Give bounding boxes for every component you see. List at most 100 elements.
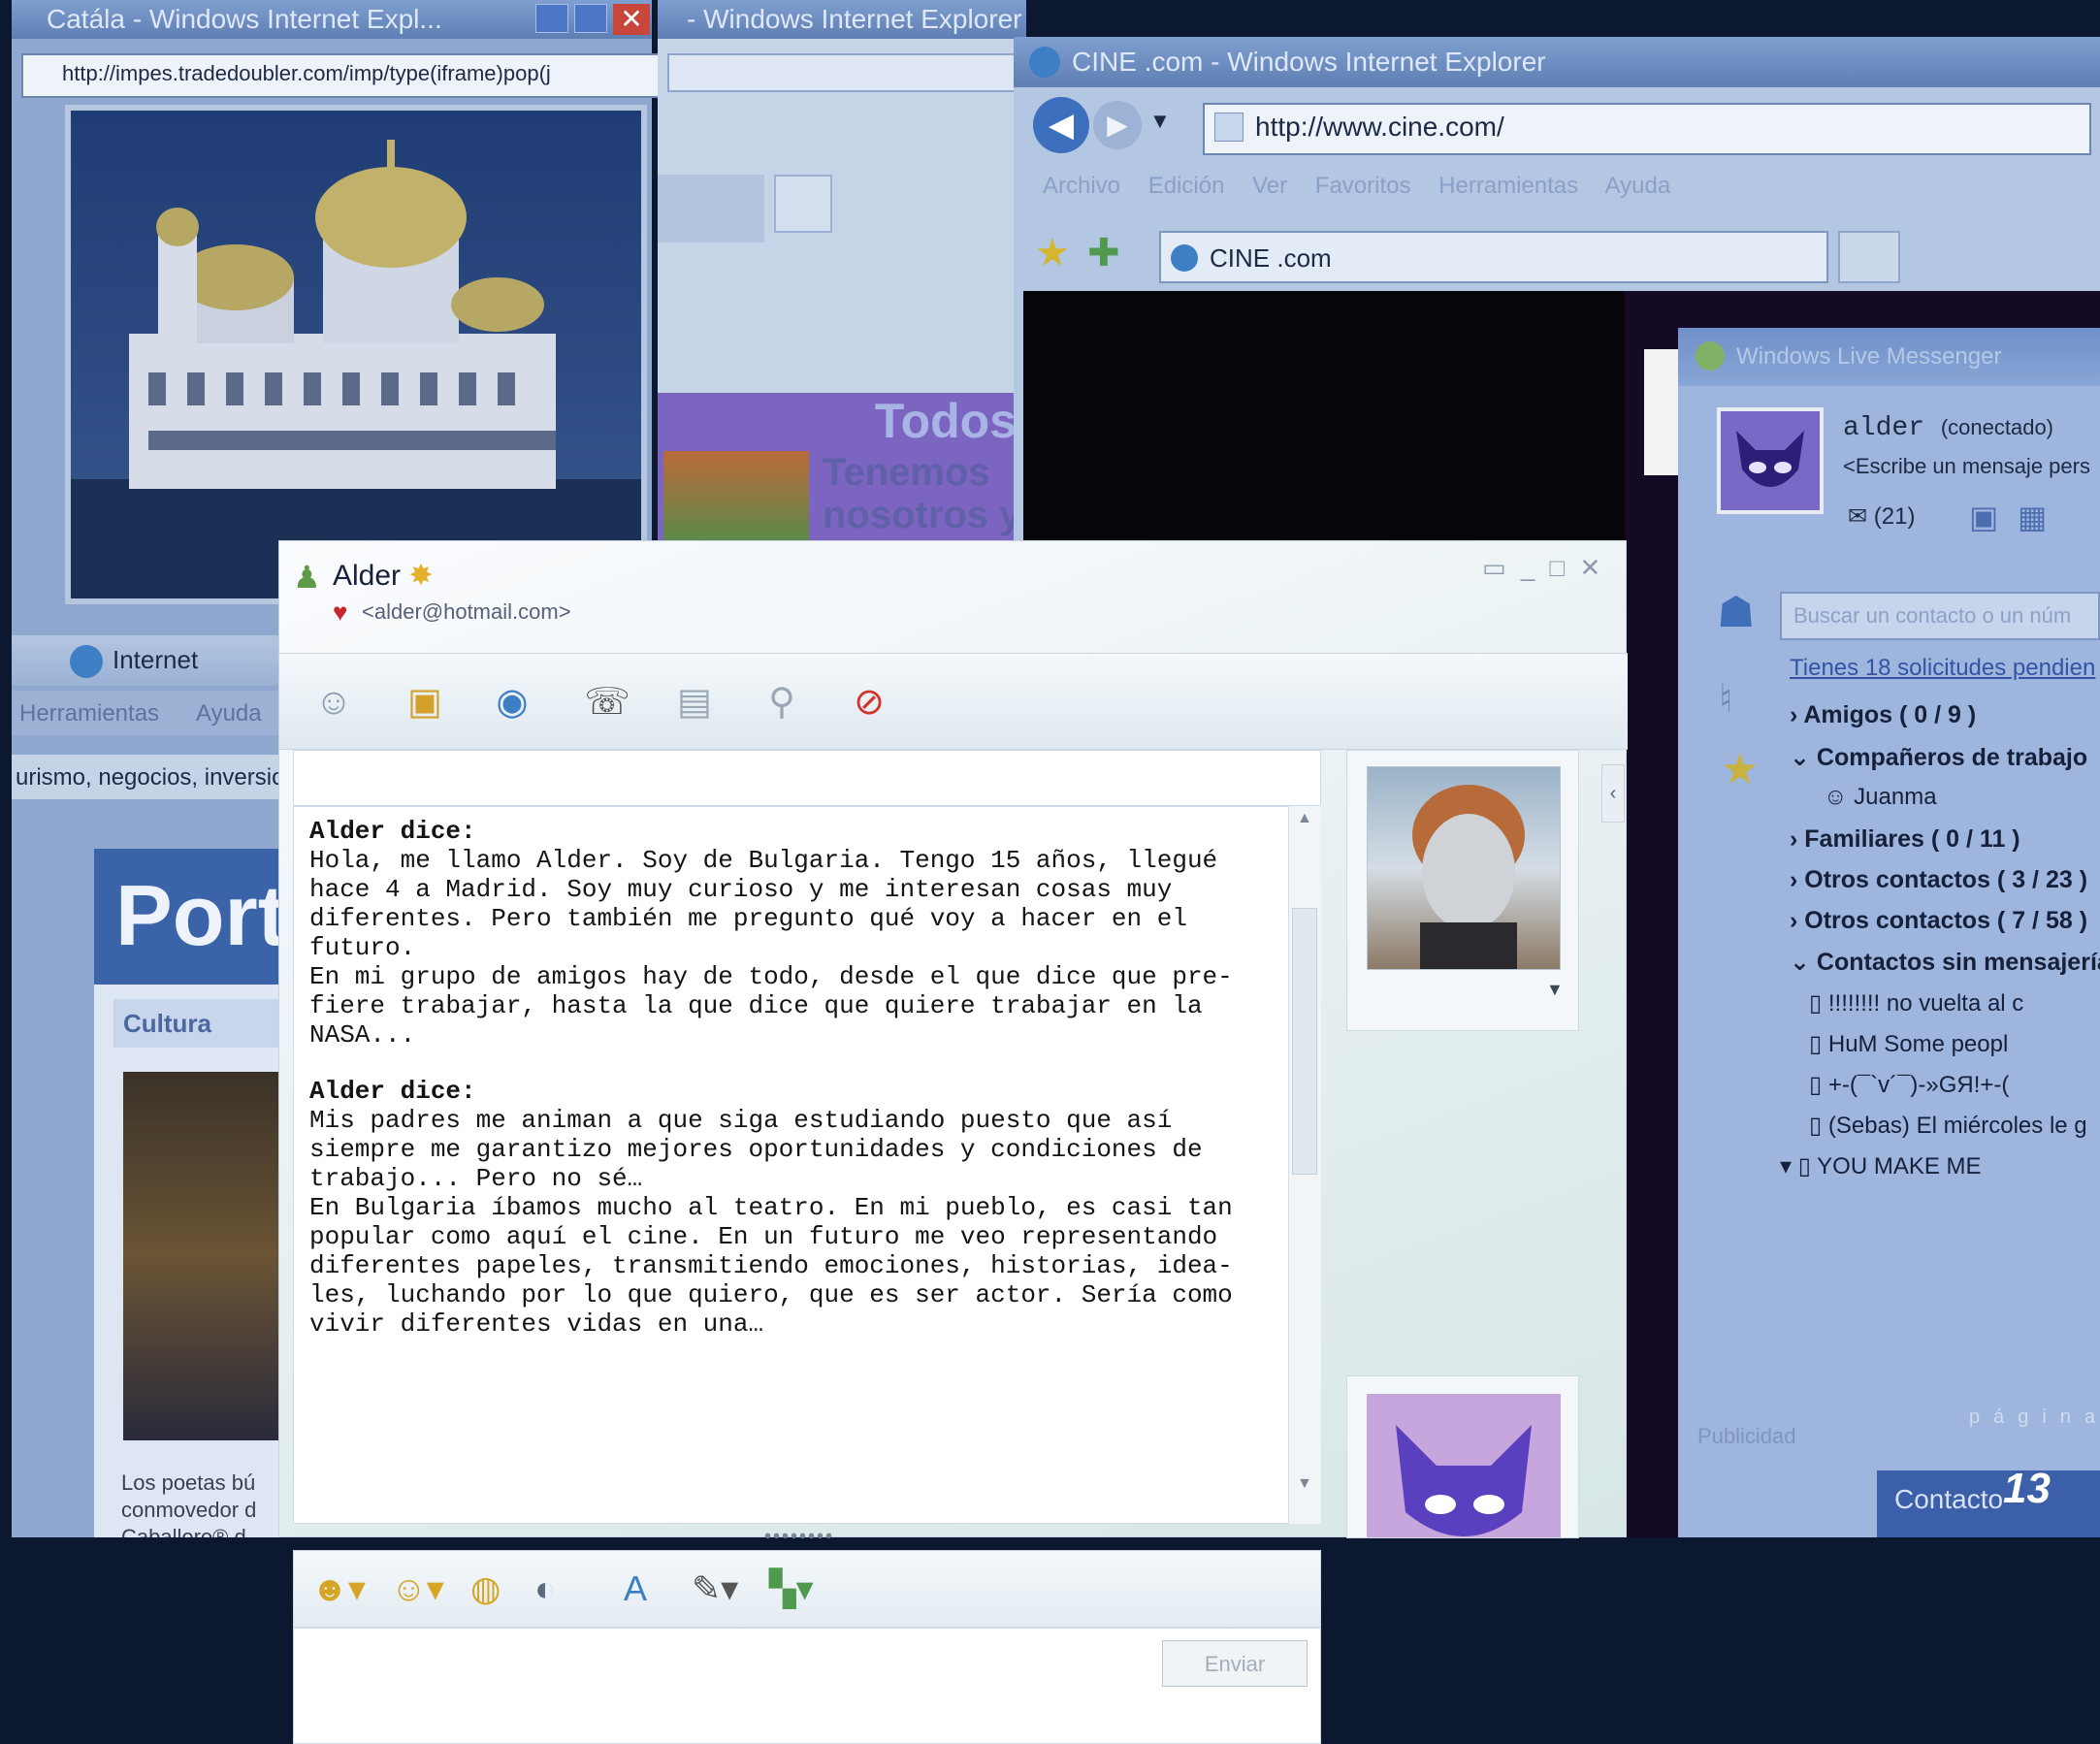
contact-row[interactable]: ▯ (Sebas) El miércoles le g [1809,1112,2100,1140]
contact-name: Juanma [1854,784,1937,810]
contact-avatar-frame[interactable]: ▼ [1346,750,1579,1031]
internet-globe-icon [70,645,103,678]
middle-tab-new[interactable] [774,175,832,233]
group-otros-2[interactable]: › Otros contactos ( 7 / 58 ) [1790,907,2100,935]
middle-title-bar: - Windows Internet Explorer [658,0,1026,39]
contacts-title-bar: Windows Live Messenger [1678,328,2100,386]
group-companeros[interactable]: ⌄ Compañeros de trabajo [1790,743,2100,772]
user-avatar[interactable] [1717,407,1824,514]
contact-juanma[interactable]: ☺ Juanma [1824,784,2100,811]
contacts-card-icon[interactable]: ▣ [1969,499,1998,535]
restore-icon[interactable]: ▭ [1482,553,1510,582]
menu-herramientas-cine[interactable]: Herramientas [1438,173,1578,199]
group-otros-1[interactable]: › Otros contactos ( 3 / 23 ) [1790,866,2100,894]
middle-address-bar[interactable] [667,53,1026,92]
format-toolbar: ☻▾ ☺▾ ◍ ◐ A ✎▾ ▚▾ [293,1550,1321,1628]
call-icon[interactable]: ☏ [580,675,634,729]
collapse-panel-icon[interactable]: ‹ [1601,764,1625,823]
menu-ver[interactable]: Ver [1252,173,1287,199]
scroll-up-icon[interactable]: ▲ [1297,810,1312,827]
pending-requests-link[interactable]: Tienes 18 solicitudes pendien [1790,655,2100,682]
menu-ayuda-cine[interactable]: Ayuda [1605,173,1671,199]
transcript-scrollbar[interactable]: ▲ ▼ [1288,806,1321,1524]
spaces-icon[interactable]: ▦ [2018,499,2047,535]
close-icon: ✕ [620,4,643,34]
banner-subtitle: Tenemos nosotros y [823,451,1021,536]
contact-row[interactable]: ▯ !!!!!!!! no vuelta al c [1809,989,2100,1017]
scene-icon[interactable]: ▚▾ [769,1566,814,1611]
group-familiares[interactable]: › Familiares ( 0 / 11 ) [1790,825,2100,854]
menu-edicion[interactable]: Edición [1148,173,1225,199]
background-icon[interactable]: ✎▾ [692,1566,738,1611]
video-call-icon[interactable]: ◉ [485,675,539,729]
maximize-icon[interactable]: □ [1550,553,1569,582]
personal-message[interactable]: <Escribe un mensaje pers [1843,454,2100,479]
middle-page-banner: Todos Tenemos nosotros y [658,393,1026,543]
cine-tab[interactable]: CINE .com [1159,231,1828,283]
bell-icon[interactable]: ♮ [1719,677,1732,722]
contact-name: +-(¯`v´¯)-»GЯ!+-( [1827,1072,2010,1098]
close-button[interactable]: ✕ [613,4,650,35]
message-line: trabajo... Pero no sé… [309,1164,643,1193]
inbox-button[interactable]: ✉ (21) [1848,502,1964,531]
popup-address-bar[interactable]: http://impes.tradedoubler.com/imp/type(i… [21,53,685,98]
group-label: Otros contactos ( 3 / 23 ) [1804,866,2088,893]
portal-section-label: Cultura [123,1009,211,1038]
contact-button[interactable]: Contacto [1877,1470,2100,1537]
add-favorites-icon[interactable]: ✚ [1087,231,1120,275]
advertising-link[interactable]: Publicidad [1697,1424,1796,1449]
group-sin-mensajeria[interactable]: ⌄ Contactos sin mensajería [1790,948,2100,977]
menu-herramientas[interactable]: Herramientas [19,700,159,727]
share-files-icon[interactable]: ▣ [398,675,452,729]
minimize-icon[interactable]: _ [1521,553,1538,582]
nudge-icon[interactable]: ◍ [470,1566,501,1611]
scrollbar-thumb[interactable] [1292,908,1317,1175]
contact-row[interactable]: ▯ +-(¯`v´¯)-»GЯ!+-( [1809,1071,2100,1099]
voice-clip-icon[interactable]: ◐ [534,1566,556,1611]
favorites-star-icon[interactable]: ★ [1035,231,1070,275]
font-icon[interactable]: A [624,1566,647,1611]
activities-icon[interactable]: ▤ [667,675,722,729]
contact-row[interactable]: ▾ ▯ YOU MAKE ME [1780,1152,2076,1180]
group-label: Contactos sin mensajería [1816,949,2100,976]
contact-row[interactable]: ▯ HuM Some peopl [1809,1030,2100,1058]
contact-search-input[interactable]: Buscar un contacto o un núm [1780,592,2100,640]
block-contact-icon[interactable]: ⊘ [842,675,896,729]
close-icon[interactable]: ✕ [1579,553,1604,582]
menu-ayuda[interactable]: Ayuda [196,700,262,727]
message-line: diferentes papeles, transmitiendo emocio… [309,1251,1233,1280]
group-label: Amigos ( 0 / 9 ) [1803,701,1977,728]
contacts-people-icon[interactable]: ☗ [1717,588,1755,637]
inbox-count: (21) [1873,503,1916,530]
star-icon[interactable]: ★ [1721,745,1759,794]
contacts-title: Windows Live Messenger [1736,343,2002,370]
message-line: Hola, me llamo Alder. Soy de Bulgaria. T… [309,846,1218,875]
menu-archivo[interactable]: Archivo [1043,173,1120,199]
wink-icon[interactable]: ☺▾ [391,1566,444,1611]
minimize-button[interactable] [535,4,568,33]
emoticon-icon[interactable]: ☻▾ [311,1566,366,1611]
new-tab-button[interactable] [1838,231,1900,283]
user-display-name[interactable]: alder (conectado) [1843,413,2100,443]
group-label: Compañeros de trabajo [1816,744,2088,771]
menu-favoritos[interactable]: Favoritos [1315,173,1411,199]
cine-address-bar[interactable]: http://www.cine.com/ [1203,103,2091,155]
my-avatar-frame[interactable] [1346,1375,1579,1538]
user-name: alder [1843,413,1925,443]
chat-contact-name: Alder ✸ [333,559,434,593]
forward-button[interactable]: ▶ [1093,101,1142,149]
message-line: vivir diferentes vidas en una… [309,1309,764,1339]
ie-logo-icon [1029,47,1060,78]
middle-tab[interactable] [658,175,764,242]
group-amigos[interactable]: › Amigos ( 0 / 9 ) [1790,701,2100,729]
cine-address: http://www.cine.com/ [1255,112,1504,142]
history-dropdown[interactable]: ▼ [1149,109,1171,134]
send-button[interactable]: Enviar [1162,1640,1308,1687]
avatar-menu-chevron-icon[interactable]: ▼ [1546,980,1564,1000]
invite-contact-icon[interactable]: ☺ [307,675,361,729]
games-icon[interactable]: ⚲ [755,675,809,729]
scroll-down-icon[interactable]: ▼ [1297,1475,1312,1493]
maximize-button[interactable] [574,4,607,33]
book-icon: ▯ [1809,1072,1828,1098]
back-button[interactable]: ◀ [1033,97,1089,153]
